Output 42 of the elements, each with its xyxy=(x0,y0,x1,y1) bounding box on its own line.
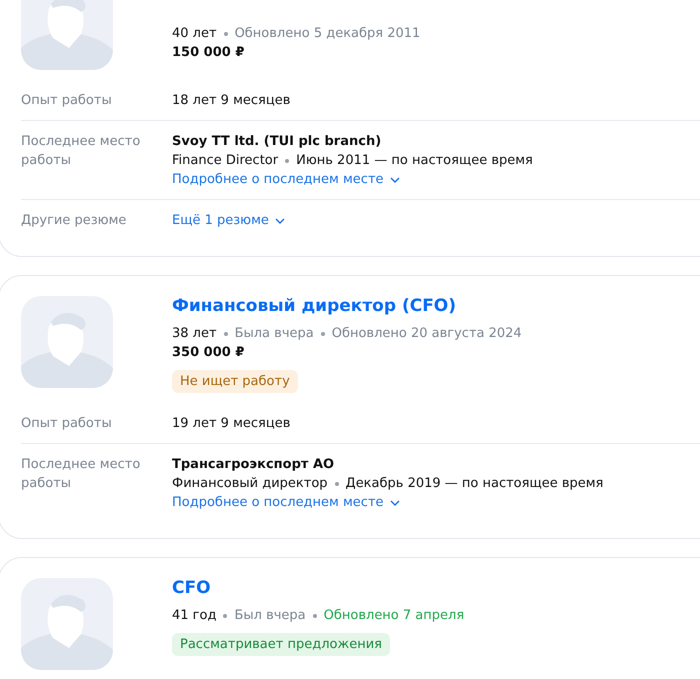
position-text: Finance Director xyxy=(172,152,278,170)
row-label: Другие резюме xyxy=(21,212,128,230)
separator-dot-icon xyxy=(224,332,228,336)
company-name: Трансагроэкспорт АО xyxy=(172,456,334,474)
other-resumes-link[interactable]: Ещё 1 резюме xyxy=(172,211,285,230)
chevron-down-icon xyxy=(274,218,285,224)
separator-dot-icon xyxy=(334,482,339,486)
avatar-icon xyxy=(21,296,113,388)
row-value: 18 лет 9 месяцев xyxy=(172,92,290,110)
meta-text: 38 лет xyxy=(172,326,217,341)
meta-text: 40 лет xyxy=(172,26,217,41)
meta-text: Обновлено 5 декабря 2011 xyxy=(234,26,420,41)
chevron-down-icon xyxy=(390,176,400,182)
period-text: Июнь 2011 — по настоящее время xyxy=(296,152,533,170)
meta-text: Обновлено 20 августа 2024 xyxy=(332,326,522,341)
row-label: Опыт работы xyxy=(21,415,113,433)
position-text: Финансовый директор xyxy=(172,475,328,493)
row-label: Опыт работы xyxy=(21,92,113,110)
separator-dot-icon xyxy=(312,614,317,618)
more-link[interactable]: Подробнее о последнем месте xyxy=(172,493,400,512)
chevron-down-icon xyxy=(390,500,400,506)
separator-dot-icon xyxy=(224,32,228,36)
status-badge: Не ищет работу xyxy=(172,370,298,393)
meta-text: Обновлено 7 апреля xyxy=(324,608,464,623)
period-text: Декабрь 2019 — по настоящее время xyxy=(346,475,604,493)
status-badge: Рассматривает предложения xyxy=(172,633,390,656)
row-label: Последнее место работы xyxy=(21,456,142,493)
separator-dot-icon xyxy=(223,614,228,618)
row-label: Последнее место работы xyxy=(21,133,142,170)
meta-text: 41 год xyxy=(172,608,216,623)
avatar-icon xyxy=(21,578,113,670)
salary-text: 150 000 ₽ xyxy=(172,45,244,60)
resume-title-link[interactable]: CFO xyxy=(172,578,211,598)
resume-title-link[interactable]: Финансовый директор (CFO) xyxy=(172,296,456,316)
meta-text: Был вчера xyxy=(234,608,306,623)
meta-text: Была вчера xyxy=(234,326,314,341)
salary-text: 350 000 ₽ xyxy=(172,345,244,360)
company-name: Svoy TT ltd. (TUI plc branch) xyxy=(172,133,382,151)
separator-dot-icon xyxy=(320,332,325,336)
row-value: 19 лет 9 месяцев xyxy=(172,415,290,433)
more-link[interactable]: Подробнее о последнем месте xyxy=(172,170,400,189)
separator-dot-icon xyxy=(285,158,290,162)
